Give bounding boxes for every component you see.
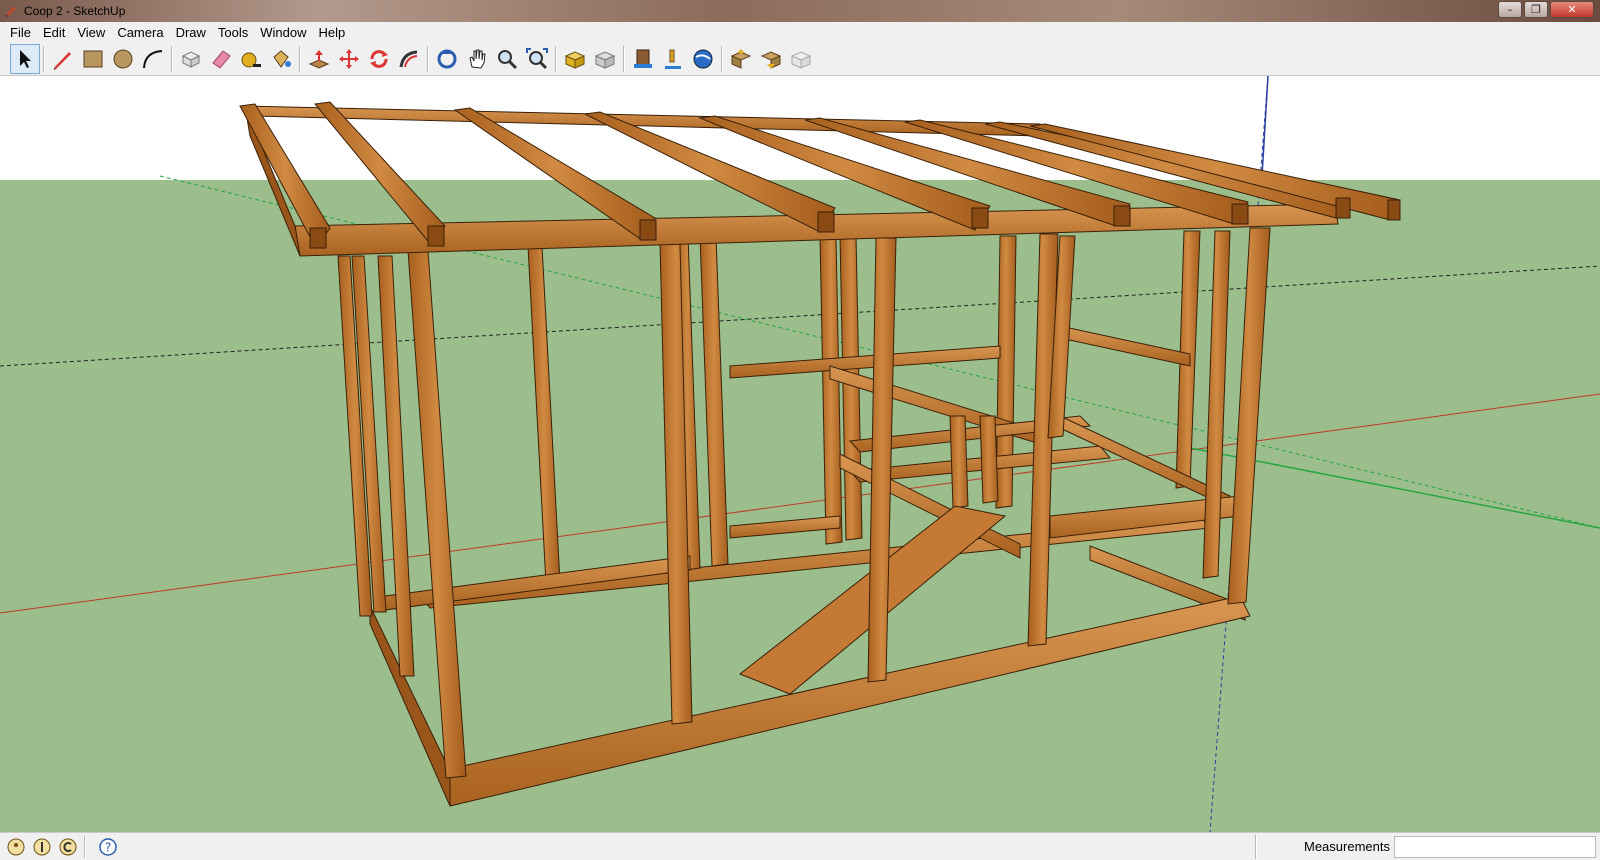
minimize-button[interactable]: – bbox=[1498, 1, 1522, 18]
zoom-extents-icon bbox=[526, 47, 548, 69]
select-tool-button[interactable] bbox=[10, 43, 40, 74]
title-bar: Coop 2 - SketchUp – ❐ ✕ bbox=[0, 0, 1600, 22]
orbit-icon bbox=[437, 49, 457, 68]
zoom-tool-button[interactable] bbox=[492, 44, 522, 74]
close-button[interactable]: ✕ bbox=[1550, 1, 1594, 18]
line-tool-button[interactable] bbox=[48, 44, 78, 74]
menu-file[interactable]: File bbox=[4, 25, 37, 40]
status-separator bbox=[84, 835, 86, 858]
pan-icon bbox=[469, 49, 486, 69]
google-earth-button[interactable] bbox=[688, 44, 718, 74]
push-pull-icon bbox=[308, 49, 330, 69]
menu-edit[interactable]: Edit bbox=[37, 25, 71, 40]
help-icon: ? bbox=[99, 837, 117, 856]
follow-me-icon bbox=[399, 50, 418, 67]
eraser-tool-button[interactable] bbox=[206, 44, 236, 74]
geo-location-button[interactable] bbox=[6, 837, 26, 857]
sketchup-app-icon bbox=[6, 7, 16, 17]
paint-bucket-tool-button[interactable] bbox=[266, 44, 296, 74]
toolbar-separator bbox=[171, 45, 173, 72]
status-bar: ? Measurements bbox=[0, 832, 1600, 860]
toolbar-separator bbox=[623, 45, 625, 72]
menu-bar: File Edit View Camera Draw Tools Window … bbox=[0, 22, 1600, 42]
get-models-icon bbox=[564, 50, 586, 69]
push-pull-tool-button[interactable] bbox=[304, 44, 334, 74]
menu-camera[interactable]: Camera bbox=[111, 25, 169, 40]
photo-texture-button[interactable] bbox=[628, 44, 658, 74]
main-toolbar bbox=[0, 42, 1600, 76]
credits-icon bbox=[33, 838, 51, 855]
menu-help[interactable]: Help bbox=[313, 25, 352, 40]
maximize-button[interactable]: ❐ bbox=[1524, 1, 1548, 18]
rectangle-tool-button[interactable] bbox=[78, 44, 108, 74]
warehouse-upload-button[interactable] bbox=[726, 44, 756, 74]
circle-icon bbox=[113, 49, 133, 68]
warehouse-download-icon bbox=[760, 50, 782, 69]
measurements-input[interactable] bbox=[1394, 836, 1596, 858]
menu-draw[interactable]: Draw bbox=[170, 25, 212, 40]
toolbar-separator bbox=[43, 45, 45, 72]
model-viewport[interactable] bbox=[0, 76, 1600, 832]
arc-tool-button[interactable] bbox=[138, 44, 168, 74]
select-icon bbox=[20, 49, 31, 68]
extension-warehouse-button[interactable] bbox=[786, 44, 816, 74]
share-model-button[interactable] bbox=[590, 44, 620, 74]
toolbar-separator bbox=[299, 45, 301, 72]
measurements-label: Measurements bbox=[1304, 839, 1390, 854]
get-models-button[interactable] bbox=[560, 44, 590, 74]
tape-measure-tool-button[interactable] bbox=[236, 44, 266, 74]
zoom-icon bbox=[498, 49, 518, 69]
help-button[interactable]: ? bbox=[98, 837, 118, 857]
rotate-icon bbox=[370, 49, 388, 68]
coop-model-scene bbox=[0, 76, 1600, 832]
warehouse-download-button[interactable] bbox=[756, 44, 786, 74]
sign-in-button[interactable] bbox=[58, 837, 78, 857]
rectangle-icon bbox=[83, 50, 103, 67]
tape-measure-icon bbox=[241, 52, 261, 67]
menu-window[interactable]: Window bbox=[254, 25, 312, 40]
orbit-tool-button[interactable] bbox=[432, 44, 462, 74]
google-earth-icon bbox=[693, 49, 713, 68]
move-icon bbox=[339, 48, 359, 69]
warehouse-upload-icon bbox=[730, 48, 752, 69]
get-photo-texture-icon bbox=[634, 49, 652, 68]
toolbar-separator bbox=[555, 45, 557, 72]
status-divider bbox=[1255, 835, 1257, 859]
toolbar-separator bbox=[721, 45, 723, 72]
share-model-icon bbox=[594, 50, 616, 69]
credits-button[interactable] bbox=[32, 837, 52, 857]
svg-text:?: ? bbox=[105, 840, 111, 854]
paint-bucket-icon bbox=[273, 49, 291, 68]
ground bbox=[0, 180, 1600, 832]
make-component-icon bbox=[181, 50, 201, 68]
geo-location-icon bbox=[7, 838, 25, 855]
toolbar-separator bbox=[427, 45, 429, 72]
circle-tool-button[interactable] bbox=[108, 44, 138, 74]
arc-icon bbox=[143, 49, 163, 68]
follow-me-tool-button[interactable] bbox=[394, 44, 424, 74]
sign-in-icon bbox=[59, 838, 77, 855]
extension-warehouse-icon bbox=[790, 50, 812, 69]
menu-tools[interactable]: Tools bbox=[212, 25, 254, 40]
zoom-extents-tool-button[interactable] bbox=[522, 44, 552, 74]
make-component-tool-button[interactable] bbox=[176, 44, 206, 74]
pencil-line-icon bbox=[54, 51, 71, 70]
add-location-icon bbox=[665, 49, 681, 69]
menu-view[interactable]: View bbox=[71, 25, 111, 40]
add-location-button[interactable] bbox=[658, 44, 688, 74]
window-title: Coop 2 - SketchUp bbox=[24, 4, 126, 18]
eraser-icon bbox=[212, 49, 231, 69]
rotate-tool-button[interactable] bbox=[364, 44, 394, 74]
window-controls: – ❐ ✕ bbox=[1498, 1, 1594, 18]
pan-tool-button[interactable] bbox=[462, 44, 492, 74]
move-tool-button[interactable] bbox=[334, 44, 364, 74]
